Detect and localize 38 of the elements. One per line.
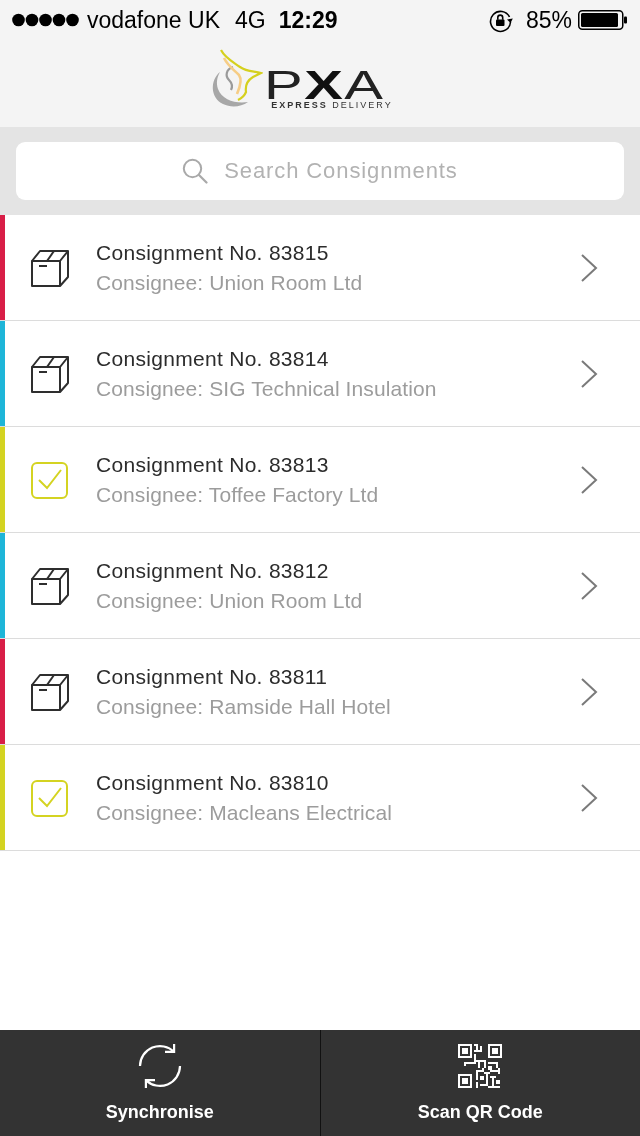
consignment-number: Consignment No. 83815 bbox=[96, 239, 329, 266]
sync-button[interactable]: Synchronise bbox=[0, 1030, 320, 1136]
chevron-right-icon bbox=[580, 252, 598, 283]
signal-dots-icon bbox=[12, 13, 79, 27]
consignment-row[interactable]: Consignment No. 83815 Consignee: Union Room Ltd bbox=[0, 215, 640, 321]
consignment-number: Consignment No. 83810 bbox=[96, 769, 329, 796]
carrier-name: vodafone UK bbox=[87, 6, 220, 34]
status-time: 12:29 bbox=[278, 6, 338, 34]
battery-icon bbox=[578, 10, 628, 30]
consignee-name: Consignee: Ramside Hall Hotel bbox=[96, 693, 391, 720]
chevron-right-icon bbox=[580, 464, 598, 495]
battery-percent: 85% bbox=[525, 6, 572, 34]
logo-tagline: EXPRESS DELIVERY bbox=[271, 100, 393, 111]
consignment-number: Consignment No. 83812 bbox=[96, 557, 329, 584]
network-type: 4G bbox=[235, 6, 266, 34]
consignment-row[interactable]: Consignment No. 83812 Consignee: Union Room Ltd bbox=[0, 533, 640, 639]
chevron-right-icon bbox=[580, 676, 598, 707]
consignee-name: Consignee: SIG Technical Insulation bbox=[96, 375, 437, 402]
logo-wordmark: PXA bbox=[264, 67, 385, 103]
consignment-row[interactable]: Consignment No. 83811 Consignee: Ramside Hall Hotel bbox=[0, 639, 640, 745]
scan-button[interactable]: Scan QR Code bbox=[320, 1030, 640, 1136]
consignment-number: Consignment No. 83813 bbox=[96, 451, 329, 478]
consignee-name: Consignee: Union Room Ltd bbox=[96, 587, 363, 614]
consignment-row[interactable]: Consignment No. 83810 Consignee: Macleans Electrical bbox=[0, 745, 640, 851]
chevron-right-icon bbox=[580, 358, 598, 389]
chevron-right-icon bbox=[580, 570, 598, 601]
consignee-name: Consignee: Union Room Ltd bbox=[96, 269, 363, 296]
search-field[interactable]: Search Consignments bbox=[16, 142, 624, 200]
qr-code-icon bbox=[458, 1043, 503, 1089]
consignee-name: Consignee: Macleans Electrical bbox=[96, 799, 392, 826]
consignment-row[interactable]: Consignment No. 83813 Consignee: Toffee Factory Ltd bbox=[0, 427, 640, 533]
sync-icon bbox=[136, 1043, 183, 1089]
chevron-right-icon bbox=[580, 782, 598, 813]
search-icon bbox=[182, 158, 208, 184]
consignment-number: Consignment No. 83814 bbox=[96, 345, 329, 372]
consignment-number: Consignment No. 83811 bbox=[96, 663, 328, 690]
consignment-row[interactable]: Consignment No. 83814 Consignee: SIG Technical Insulation bbox=[0, 321, 640, 427]
consignee-name: Consignee: Toffee Factory Ltd bbox=[96, 481, 379, 508]
